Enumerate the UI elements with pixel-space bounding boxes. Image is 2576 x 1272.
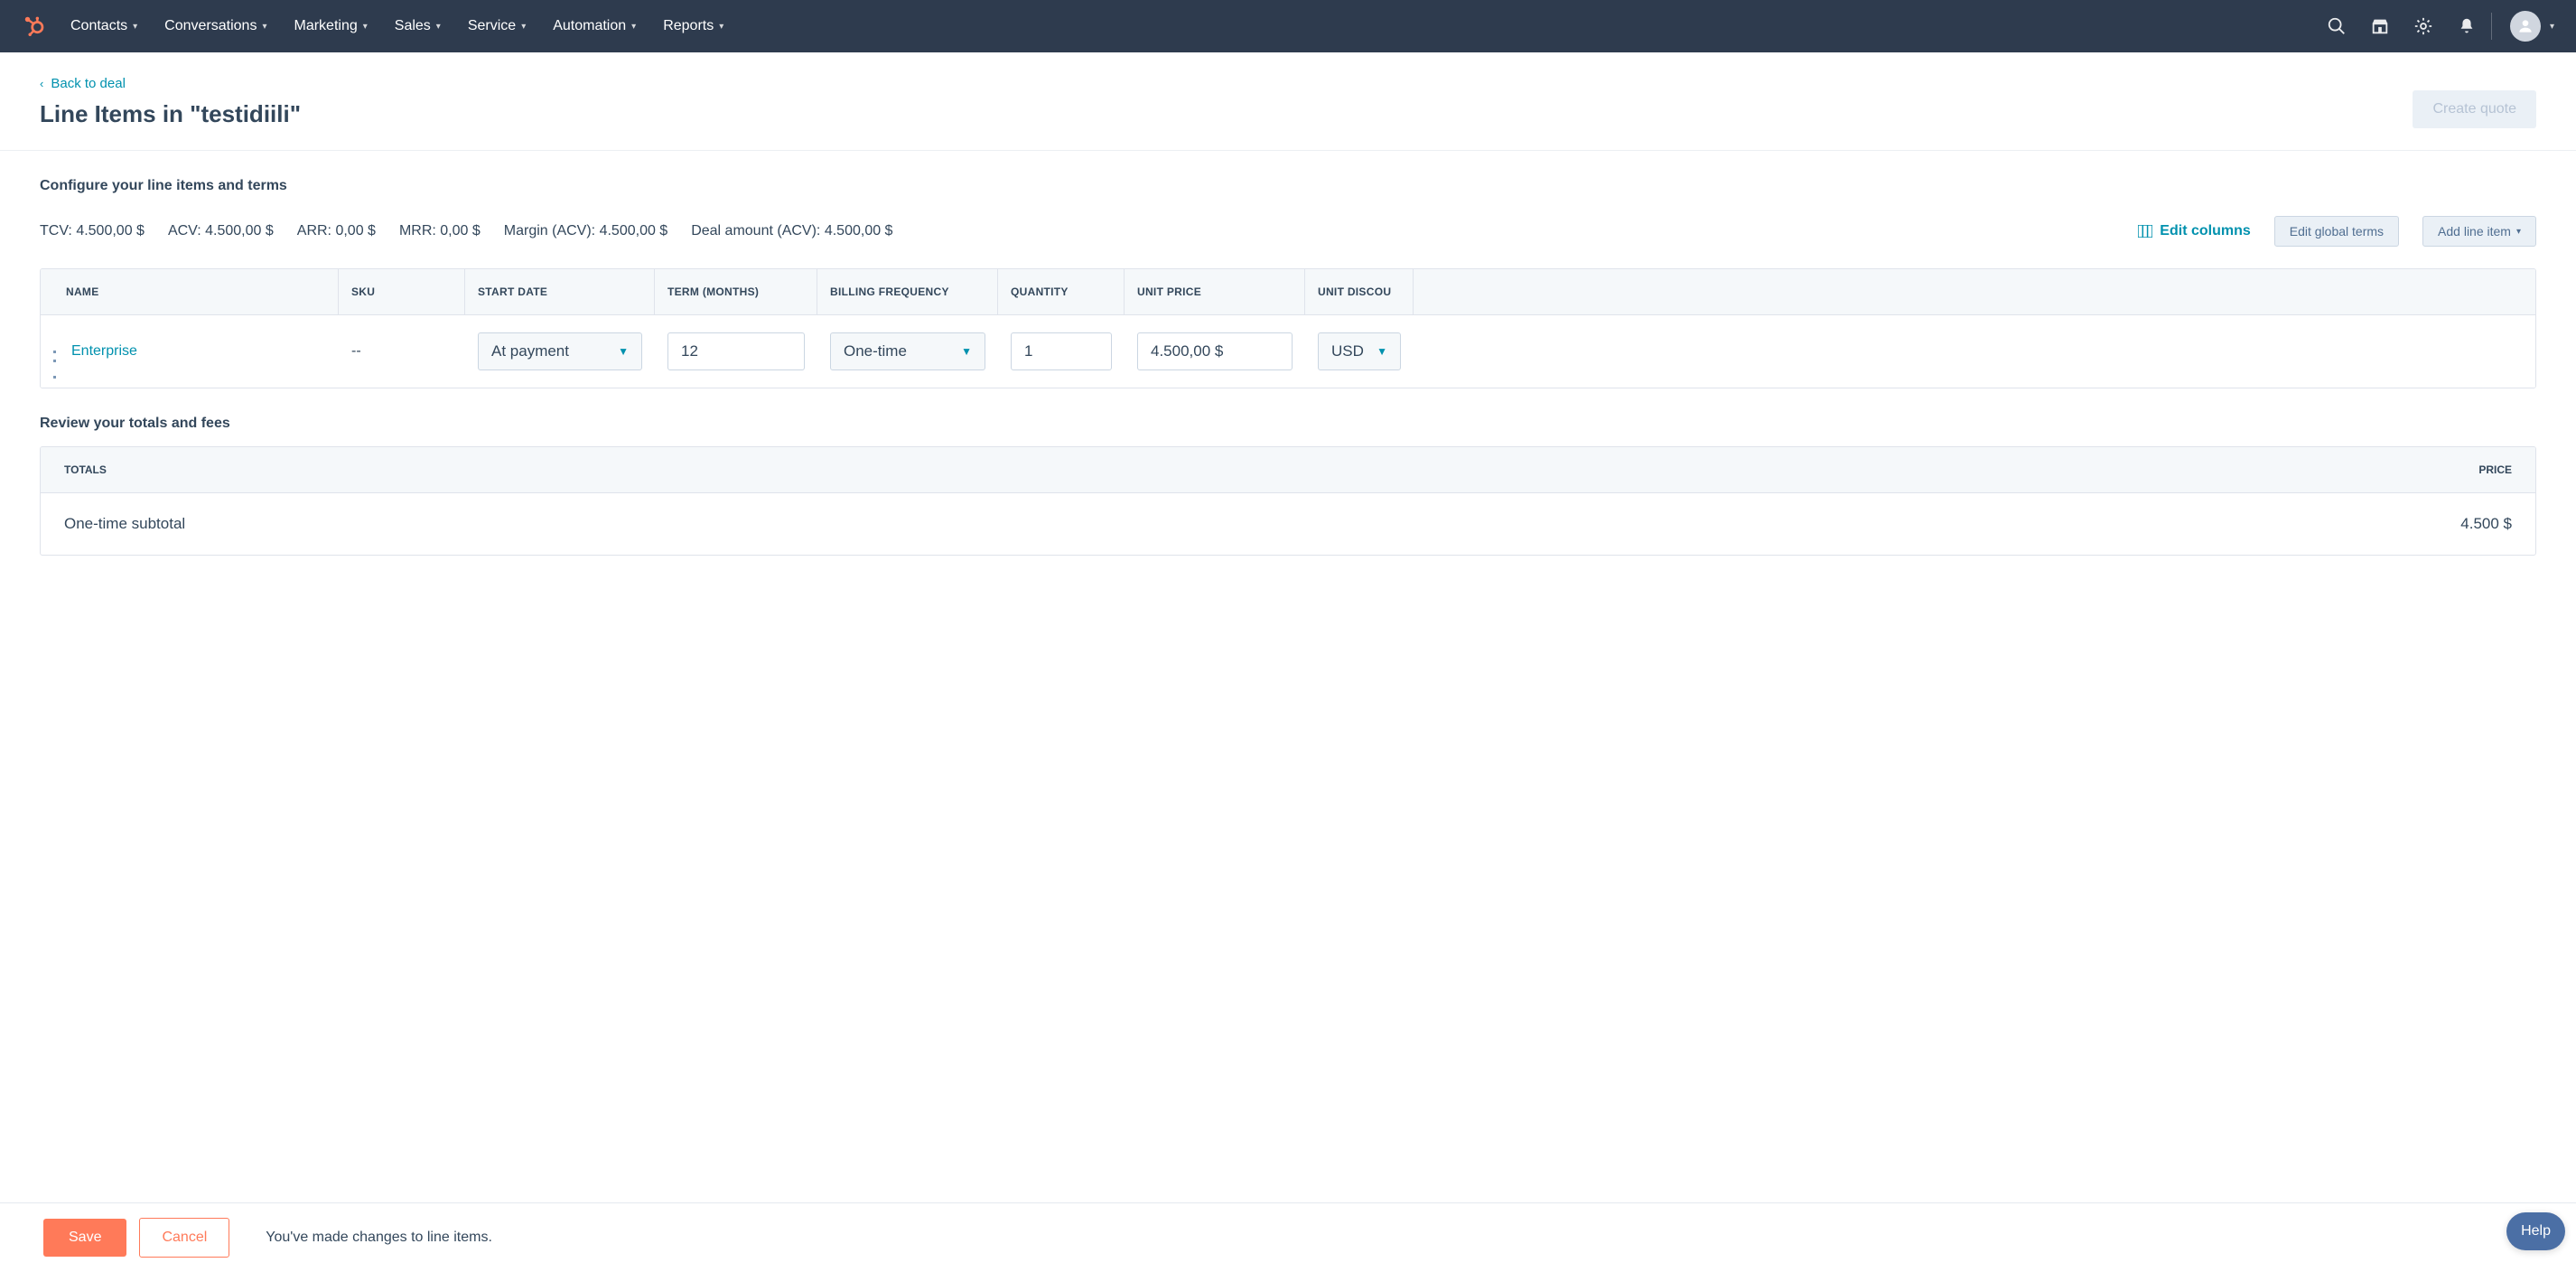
edit-global-terms-button[interactable]: Edit global terms	[2274, 216, 2399, 247]
cell-billing: One-time ▼	[817, 315, 998, 388]
nav-reports[interactable]: Reports▾	[663, 18, 723, 34]
marketplace-icon[interactable]	[2370, 16, 2390, 36]
totals-row-price: 4.500 $	[2460, 515, 2512, 533]
col-name: NAME	[41, 269, 339, 314]
nav-marketing[interactable]: Marketing▾	[294, 18, 367, 34]
nav-sales[interactable]: Sales▾	[395, 18, 441, 34]
totals-row-label: One-time subtotal	[64, 515, 185, 533]
save-button[interactable]: Save	[43, 1219, 126, 1257]
nav-menu: Contacts▾ Conversations▾ Marketing▾ Sale…	[70, 18, 723, 34]
chevron-down-icon: ▾	[521, 22, 526, 32]
create-quote-button[interactable]: Create quote	[2413, 90, 2536, 128]
totals-header: TOTALS PRICE	[41, 447, 2535, 493]
bell-icon[interactable]	[2457, 16, 2477, 36]
footer-message: You've made changes to line items.	[266, 1230, 492, 1246]
chevron-down-icon: ▾	[436, 22, 441, 32]
start-date-select[interactable]: At payment ▼	[478, 332, 642, 370]
summary-deal: Deal amount (ACV): 4.500,00 $	[691, 223, 892, 239]
totals-header-left: TOTALS	[64, 463, 107, 476]
chevron-down-icon: ▾	[631, 22, 636, 32]
chevron-down-icon: ▾	[133, 22, 137, 32]
cancel-button[interactable]: Cancel	[139, 1218, 229, 1258]
unit-price-input[interactable]	[1137, 332, 1293, 370]
quantity-input[interactable]	[1011, 332, 1112, 370]
summary-acv: ACV: 4.500,00 $	[168, 223, 274, 239]
line-item-name-link[interactable]: Enterprise	[71, 343, 137, 360]
cell-discount: USD ▼	[1305, 315, 1414, 388]
col-term: TERM (MONTHS)	[655, 269, 817, 314]
nav-contacts[interactable]: Contacts▾	[70, 18, 137, 34]
top-nav: Contacts▾ Conversations▾ Marketing▾ Sale…	[0, 0, 2576, 52]
add-line-item-button[interactable]: Add line item▾	[2422, 216, 2536, 247]
caret-down-icon: ▾	[2516, 227, 2521, 237]
review-heading: Review your totals and fees	[40, 416, 2536, 432]
table-header: NAME SKU START DATE TERM (MONTHS) BILLIN…	[41, 269, 2535, 315]
gear-icon[interactable]	[2413, 16, 2433, 36]
chevron-left-icon: ‹	[40, 77, 43, 90]
account-menu[interactable]: ▾	[2510, 11, 2554, 42]
term-input[interactable]	[667, 332, 805, 370]
nav-conversations[interactable]: Conversations▾	[164, 18, 266, 34]
columns-icon	[2138, 225, 2152, 238]
cell-name: Enterprise	[41, 315, 339, 388]
summary-margin: Margin (ACV): 4.500,00 $	[504, 223, 667, 239]
col-unit-discount: UNIT DISCOU	[1305, 269, 1414, 314]
chevron-down-icon: ▾	[2550, 22, 2554, 32]
nav-automation[interactable]: Automation▾	[553, 18, 636, 34]
summary-row: TCV: 4.500,00 $ ACV: 4.500,00 $ ARR: 0,0…	[40, 216, 2536, 247]
nav-service[interactable]: Service▾	[468, 18, 526, 34]
search-icon[interactable]	[2327, 16, 2347, 36]
page-header: ‹ Back to deal Line Items in "testidiili…	[0, 52, 2576, 151]
summary-arr: ARR: 0,00 $	[297, 223, 376, 239]
totals-row: One-time subtotal 4.500 $	[41, 493, 2535, 555]
cell-sku: --	[339, 315, 465, 388]
line-items-table: NAME SKU START DATE TERM (MONTHS) BILLIN…	[40, 268, 2536, 388]
chevron-down-icon: ▾	[719, 22, 723, 32]
chevron-down-icon: ▾	[262, 22, 266, 32]
table-row: Enterprise -- At payment ▼ One-time ▼	[41, 315, 2535, 388]
totals-header-right: PRICE	[2478, 463, 2512, 476]
cell-quantity	[998, 315, 1125, 388]
discount-currency-select[interactable]: USD ▼	[1318, 332, 1401, 370]
drag-handle-icon[interactable]	[53, 351, 62, 353]
nav-divider	[2491, 13, 2492, 40]
col-billing: BILLING FREQUENCY	[817, 269, 998, 314]
cell-unit-price	[1125, 315, 1305, 388]
col-unit-price: UNIT PRICE	[1125, 269, 1305, 314]
caret-down-icon: ▼	[961, 345, 972, 358]
avatar-icon	[2510, 11, 2541, 42]
billing-select[interactable]: One-time ▼	[830, 332, 985, 370]
nav-icons	[2327, 16, 2477, 36]
back-link-label: Back to deal	[51, 76, 126, 91]
col-sku: SKU	[339, 269, 465, 314]
page-title: Line Items in "testidiili"	[40, 100, 301, 128]
main-content: Configure your line items and terms TCV:…	[0, 151, 2576, 655]
footer-bar: Save Cancel You've made changes to line …	[0, 1202, 2576, 1272]
cell-start-date: At payment ▼	[465, 315, 655, 388]
col-start-date: START DATE	[465, 269, 655, 314]
quantity-field[interactable]	[1024, 342, 1098, 360]
configure-heading: Configure your line items and terms	[40, 178, 2536, 194]
caret-down-icon: ▼	[618, 345, 629, 358]
summary-mrr: MRR: 0,00 $	[399, 223, 481, 239]
edit-columns-link[interactable]: Edit columns	[2138, 223, 2250, 239]
summary-tcv: TCV: 4.500,00 $	[40, 223, 145, 239]
chevron-down-icon: ▾	[363, 22, 368, 32]
caret-down-icon: ▼	[1377, 345, 1387, 358]
col-quantity: QUANTITY	[998, 269, 1125, 314]
term-field[interactable]	[681, 342, 791, 360]
cell-term	[655, 315, 817, 388]
help-button[interactable]: Help	[2506, 1212, 2565, 1250]
back-to-deal-link[interactable]: ‹ Back to deal	[40, 76, 126, 91]
unit-price-field[interactable]	[1151, 342, 1279, 360]
totals-table: TOTALS PRICE One-time subtotal 4.500 $	[40, 446, 2536, 556]
hubspot-logo-icon[interactable]	[22, 14, 45, 38]
